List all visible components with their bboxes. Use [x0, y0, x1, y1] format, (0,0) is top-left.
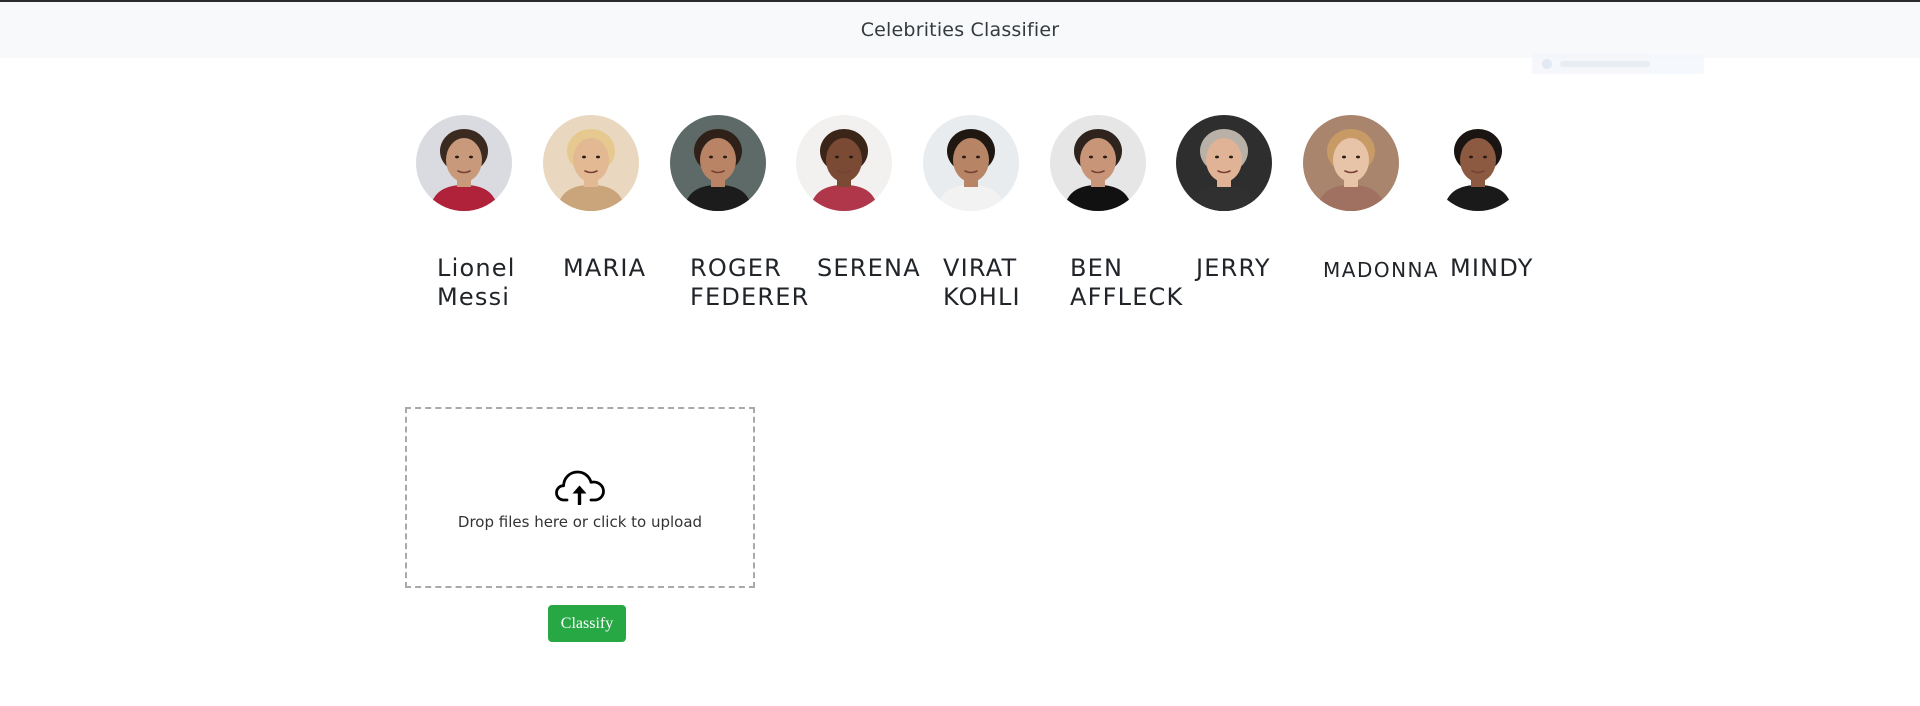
app-title: Celebrities Classifier	[860, 19, 1060, 41]
avatar-jerry	[1176, 115, 1272, 211]
celebrity-name-jerry: JERRY	[1196, 254, 1271, 282]
celebrity-name-lionel-messi: Lionel Messi	[437, 254, 516, 311]
avatar-madonna	[1303, 115, 1399, 211]
file-dropzone[interactable]: Drop files here or click to upload	[405, 407, 755, 588]
classify-button[interactable]: Classify	[548, 605, 626, 642]
avatar-mindy	[1430, 115, 1526, 211]
avatar-ben-affleck	[1050, 115, 1146, 211]
dropzone-message: Drop files here or click to upload	[457, 513, 703, 531]
celebrity-name-mindy: MINDY	[1450, 254, 1534, 282]
faded-overlay	[1532, 54, 1704, 74]
avatar-maria	[543, 115, 639, 211]
celebrity-name-maria: MARIA	[563, 254, 647, 282]
celebrity-name-virat-kohli: VIRAT KOHLI	[943, 254, 1021, 311]
avatar-virat-kohli	[923, 115, 1019, 211]
celebrity-name-serena: SERENA	[817, 254, 921, 282]
avatar-roger-federer	[670, 115, 766, 211]
avatar-lionel-messi	[416, 115, 512, 211]
cloud-upload-icon	[555, 470, 605, 505]
navbar: Celebrities Classifier	[0, 2, 1920, 58]
celebrity-name-ben-affleck: BEN AFFLECK	[1070, 254, 1184, 311]
celebrity-name-roger-federer: ROGER FEDERER	[690, 254, 810, 311]
celebrity-name-madonna: MADONNA	[1323, 258, 1440, 282]
avatar-serena	[796, 115, 892, 211]
